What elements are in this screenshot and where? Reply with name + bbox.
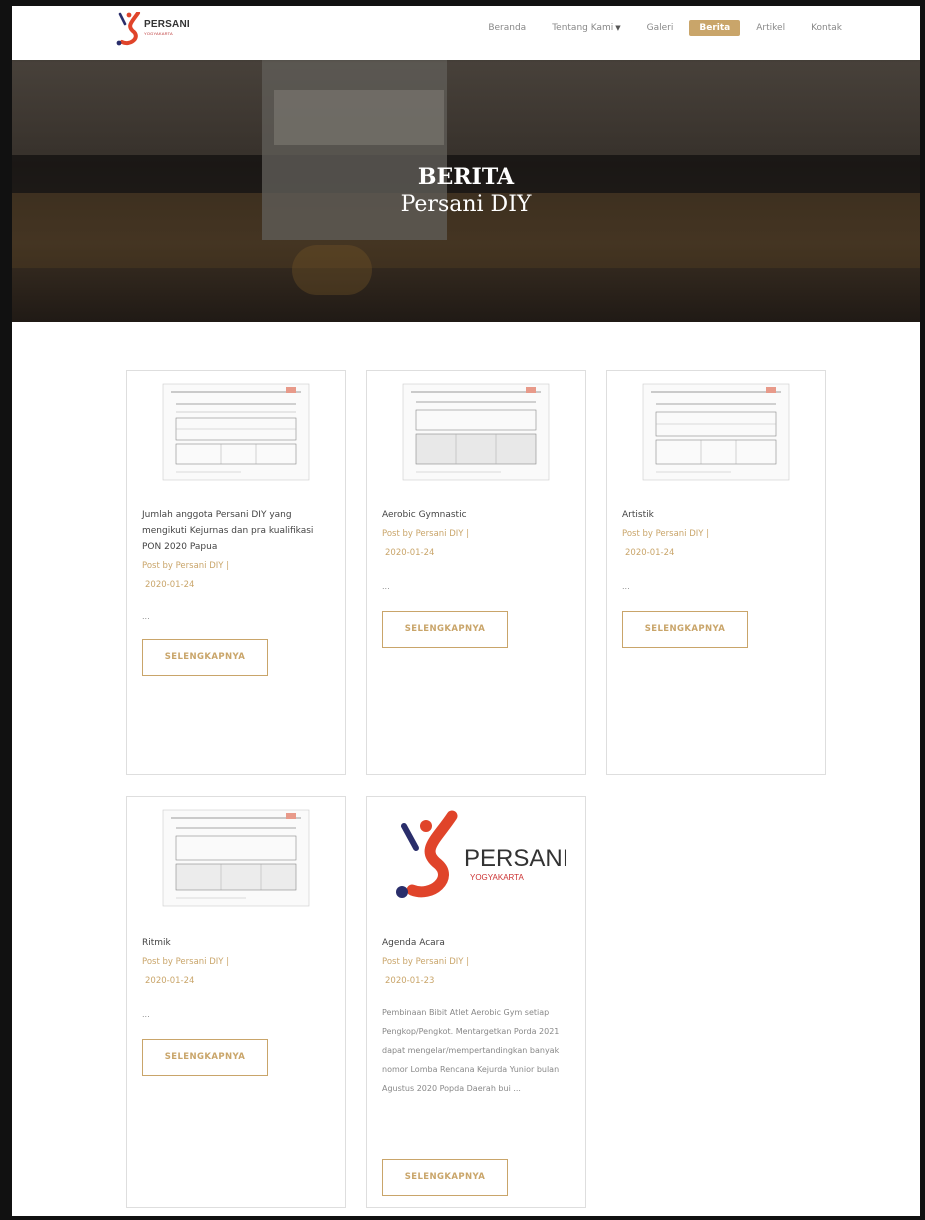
document-scan-icon	[162, 383, 310, 481]
post-author: Post by Persani DIY |	[142, 957, 230, 967]
read-more-button[interactable]: SELENGKAPNYA	[382, 1159, 508, 1196]
hero-title: BERITA Persani DIY	[12, 164, 920, 218]
post-date: 2020-01-24	[145, 580, 195, 590]
post-title[interactable]: Ritmik	[142, 935, 332, 951]
post-meta: Post by Persani DIY | 2020-01-24	[142, 953, 332, 991]
persani-logo-icon: PERSANI YOGYAKARTA	[396, 810, 566, 898]
post-thumbnail[interactable]	[367, 371, 585, 493]
logo-name: PERSANI	[464, 845, 566, 872]
post-author: Post by Persani DIY |	[622, 529, 710, 539]
post-thumbnail[interactable]	[607, 371, 825, 493]
post-title[interactable]: Agenda Acara	[382, 935, 572, 951]
read-more-button[interactable]: SELENGKAPNYA	[142, 639, 268, 676]
post-card: PERSANI YOGYAKARTA Agenda Acara Post by …	[366, 796, 586, 1208]
document-scan-icon	[402, 383, 550, 481]
nav-item-tentang-kami-label: Tentang Kami	[552, 23, 614, 33]
post-date: 2020-01-24	[625, 548, 675, 558]
post-title[interactable]: Jumlah anggota Persani DIY yang mengikut…	[142, 507, 332, 555]
read-more-button[interactable]: SELENGKAPNYA	[622, 611, 748, 648]
post-meta: Post by Persani DIY | 2020-01-24	[622, 525, 812, 563]
browser-frame: PERSANI YOGYAKARTA Beranda Tentang Kami ▼…	[0, 0, 925, 1220]
hero-title-line2: Persani DIY	[400, 192, 532, 217]
post-thumbnail[interactable]: PERSANI YOGYAKARTA	[367, 797, 585, 919]
document-scan-icon	[642, 383, 790, 481]
read-more-button[interactable]: SELENGKAPNYA	[382, 611, 508, 648]
post-date: 2020-01-24	[145, 976, 195, 986]
hero-title-line1: BERITA	[417, 164, 515, 190]
post-thumbnail[interactable]	[127, 797, 345, 919]
post-meta: Post by Persani DIY | 2020-01-23	[382, 953, 572, 991]
persani-logo-icon	[116, 12, 140, 46]
hero-banner: BERITA Persani DIY	[12, 60, 920, 322]
post-title[interactable]: Aerobic Gymnastic	[382, 507, 572, 523]
nav-item-kontak[interactable]: Kontak	[801, 20, 852, 36]
post-meta: Post by Persani DIY | 2020-01-24	[382, 525, 572, 563]
nav-item-artikel[interactable]: Artikel	[746, 20, 795, 36]
post-card: Jumlah anggota Persani DIY yang mengikut…	[126, 370, 346, 775]
post-author: Post by Persani DIY |	[382, 529, 470, 539]
nav-item-berita[interactable]: Berita	[689, 20, 741, 36]
post-card: Ritmik Post by Persani DIY | 2020-01-24 …	[126, 796, 346, 1208]
post-title[interactable]: Artistik	[622, 507, 812, 523]
post-meta: Post by Persani DIY | 2020-01-24	[142, 557, 332, 595]
brand-name: PERSANI	[144, 19, 190, 30]
brand-logo[interactable]: PERSANI YOGYAKARTA	[116, 12, 190, 50]
nav-item-tentang-kami[interactable]: Tentang Kami ▼	[542, 20, 630, 36]
post-date: 2020-01-24	[385, 548, 435, 558]
read-more-button[interactable]: SELENGKAPNYA	[142, 1039, 268, 1076]
nav-item-galeri[interactable]: Galeri	[637, 20, 684, 36]
post-author: Post by Persani DIY |	[382, 957, 470, 967]
nav-item-beranda[interactable]: Beranda	[478, 20, 536, 36]
post-card: Aerobic Gymnastic Post by Persani DIY | …	[366, 370, 586, 775]
post-excerpt: ...	[622, 582, 630, 591]
post-thumbnail[interactable]	[127, 371, 345, 493]
hero-emblem	[292, 245, 372, 295]
post-excerpt: ...	[142, 612, 150, 621]
post-card: Artistik Post by Persani DIY | 2020-01-2…	[606, 370, 826, 775]
main-nav: Beranda Tentang Kami ▼ Galeri Berita Arti…	[472, 20, 852, 36]
post-date: 2020-01-23	[385, 976, 435, 986]
post-author: Post by Persani DIY |	[142, 561, 230, 571]
post-excerpt: ...	[382, 582, 390, 591]
post-excerpt: ...	[142, 1010, 150, 1019]
hero-panel	[274, 90, 444, 145]
post-excerpt: Pembinaan Bibit Atlet Aerobic Gym setiap…	[382, 1008, 560, 1093]
document-scan-icon	[162, 809, 310, 907]
brand-subtitle: YOGYAKARTA	[144, 31, 173, 36]
page: PERSANI YOGYAKARTA Beranda Tentang Kami ▼…	[12, 6, 920, 1216]
navbar: PERSANI YOGYAKARTA Beranda Tentang Kami ▼…	[12, 6, 920, 60]
logo-sub: YOGYAKARTA	[470, 873, 524, 882]
hero-background	[12, 60, 920, 155]
caret-down-icon: ▼	[615, 24, 621, 32]
